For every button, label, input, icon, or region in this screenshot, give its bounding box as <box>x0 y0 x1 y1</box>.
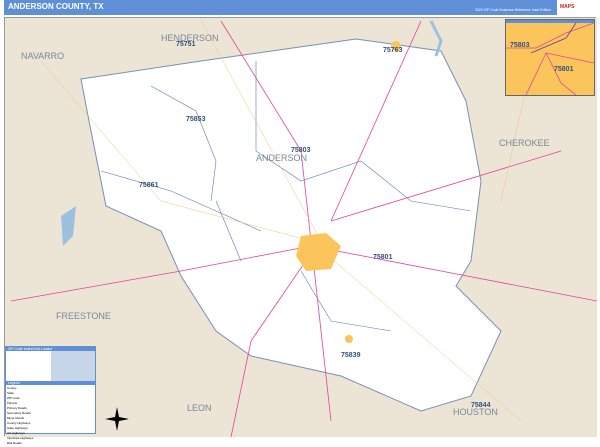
inset-map[interactable]: 75803 75801 <box>505 19 595 96</box>
zip-label: 75801 <box>373 254 393 261</box>
header-bar: ANDERSON COUNTY, TX 2020 ZIP Code Busine… <box>4 0 557 15</box>
logo: MAPS <box>560 4 575 10</box>
inset-roads <box>506 23 594 95</box>
zip-label: 75839 <box>341 352 361 359</box>
zip-label: 75763 <box>383 47 403 54</box>
county-label: ANDERSON <box>256 153 307 163</box>
legend: ZIP Code Index/Grid Locator Legend Count… <box>5 346 96 445</box>
county-label: CHEROKEE <box>499 138 550 148</box>
county-label: NAVARRO <box>21 51 64 61</box>
map-subtitle: 2020 ZIP Code Business Reference Inset E… <box>474 8 551 12</box>
zip-label: 75844 <box>471 402 491 409</box>
county-label: FREESTONE <box>56 311 111 321</box>
map-title: ANDERSON COUNTY, TX <box>8 2 104 11</box>
zip-index-table <box>6 351 95 381</box>
zip-label: 75751 <box>176 41 196 48</box>
zip-label: 75861 <box>139 182 159 189</box>
elkhart-city <box>345 335 353 343</box>
county-label: LEON <box>187 403 212 413</box>
inset-zip-label: 75803 <box>510 42 530 49</box>
zip-label: 75853 <box>186 116 206 123</box>
inset-zip-label: 75801 <box>554 66 574 73</box>
zip-label: 75803 <box>291 147 311 154</box>
legend-row: Rail Roads <box>7 441 22 445</box>
